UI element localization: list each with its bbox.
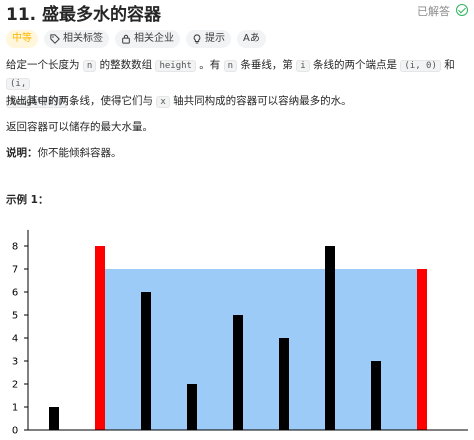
chart-bar	[325, 246, 335, 430]
description-paragraph-4: 说明：你不能倾斜容器。	[6, 145, 468, 162]
text-span: 和	[440, 59, 455, 71]
text-span: 条线的两个端点是	[309, 59, 401, 71]
tag-bar: 中等 相关标签 相关企业 提示 Aあ	[6, 30, 266, 48]
y-tick-label: 4	[12, 334, 18, 345]
font-size-toggle[interactable]: Aあ	[237, 30, 266, 48]
y-tick-label: 1	[12, 403, 18, 414]
code-height: height	[155, 60, 196, 72]
difficulty-label: 中等	[12, 33, 32, 44]
y-tick-label: 6	[12, 288, 18, 299]
solved-status: 已解答	[417, 5, 450, 18]
companies-tag-button[interactable]: 相关企业	[115, 30, 180, 48]
highlighted-bar	[95, 246, 105, 430]
title-row: 11. 盛最多水的容器 已解答	[6, 0, 468, 26]
check-circle-icon	[456, 4, 468, 16]
hint-label: 提示	[205, 33, 225, 44]
water-area	[105, 269, 417, 430]
note-text: 你不能倾斜容器。	[37, 147, 122, 159]
description-paragraph-3: 返回容器可以储存的最大水量。	[6, 121, 153, 133]
chart-bar	[279, 338, 289, 430]
code-x: x	[156, 96, 170, 108]
y-tick-label: 2	[12, 380, 18, 391]
topics-tag-label: 相关标签	[63, 33, 103, 44]
y-tick-label: 5	[12, 311, 18, 322]
text-span: 轴共同构成的容器可以容纳最多的水。	[169, 95, 352, 107]
description-paragraph-2: 找出其中的两条线，使得它们与 x 轴共同构成的容器可以容纳最多的水。	[6, 93, 468, 111]
text-span: 的整数数组	[96, 59, 156, 71]
companies-tag-label: 相关企业	[134, 33, 174, 44]
code-n: n	[223, 60, 238, 72]
text-span: 找出其中的两条线，使得它们与	[6, 95, 157, 107]
font-toggle-label: Aあ	[243, 33, 260, 44]
y-tick-label: 3	[12, 357, 18, 368]
chart-bar	[187, 384, 197, 430]
text-span: 给定一个长度为	[6, 59, 83, 71]
example-chart: 0 1 2 3 4 5 6 7 8	[12, 229, 468, 437]
code-i: i	[296, 60, 310, 72]
difficulty-badge: 中等	[6, 30, 38, 48]
text-span: 。有	[195, 59, 224, 71]
lightbulb-icon	[193, 34, 201, 44]
chart-bar	[371, 361, 381, 430]
text-span: 条垂线，第	[237, 59, 297, 71]
highlighted-bar	[417, 269, 427, 430]
code-n: n	[82, 60, 97, 72]
chart-bar	[49, 407, 59, 430]
tag-icon	[50, 34, 60, 44]
y-tick-label: 8	[12, 242, 18, 253]
topics-tag-button[interactable]: 相关标签	[44, 30, 109, 48]
chart-bar	[141, 292, 151, 430]
y-tick-label: 0	[12, 426, 18, 437]
y-tick-label: 7	[12, 265, 18, 276]
example-label: 示例 1：	[6, 194, 49, 206]
code-i-0: (i, 0)	[400, 60, 441, 72]
code-i-height-start: (i,	[6, 78, 31, 90]
problem-title: 11. 盛最多水的容器	[6, 5, 162, 25]
chart-bar	[233, 315, 243, 430]
hint-button[interactable]: 提示	[186, 30, 231, 48]
lock-icon	[122, 34, 130, 44]
note-label: 说明：	[6, 147, 38, 159]
